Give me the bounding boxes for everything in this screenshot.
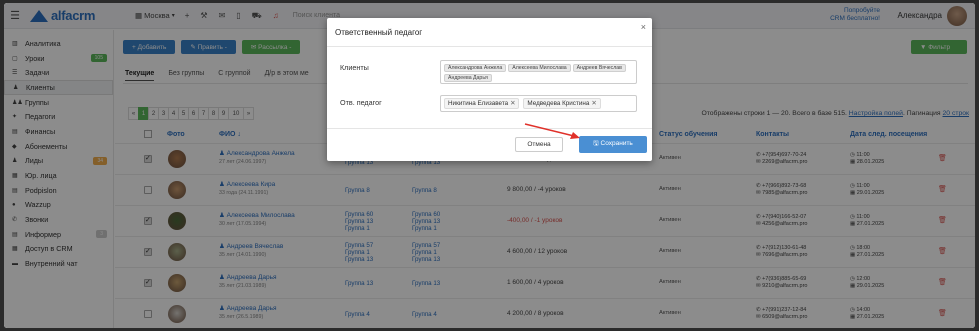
clients-label: Клиенты [340, 63, 369, 72]
save-button[interactable]: 🖫 Сохранить [579, 136, 647, 153]
teacher-chip-label: Никитина Елизавета [448, 100, 509, 107]
app-window: ☰ alfacrm ▦ Москва ▾ + ⚒ ✉ ▯ ⛟ ♫ Поиск к… [4, 3, 975, 328]
teacher-field[interactable]: Никитина Елизавета ✕ Медведева Кристина ✕ [440, 95, 637, 112]
client-chip: Андреев Вячеслав [572, 64, 626, 72]
client-chip: Александрова Анжела [444, 64, 507, 72]
responsible-teacher-dialog: Ответственный педагог × Клиенты Александ… [327, 18, 652, 161]
dialog-divider-bottom [327, 128, 652, 129]
client-chip: Алексеева Милослава [508, 64, 571, 72]
teacher-chip: Медведева Кристина ✕ [523, 98, 601, 109]
teacher-chip: Никитина Елизавета ✕ [444, 98, 520, 109]
clients-field[interactable]: Александрова Анжела Алексеева Милослава Ан… [440, 60, 637, 84]
dialog-title: Ответственный педагог [335, 28, 423, 37]
dialog-divider-top [327, 46, 652, 47]
teacher-label: Отв. педагог [340, 98, 382, 107]
teacher-chip-label: Медведева Кристина [527, 100, 590, 107]
client-chip: Андреева Дарья [444, 74, 492, 82]
close-icon[interactable]: × [641, 22, 646, 32]
pointer-arrow-icon [524, 123, 580, 139]
remove-chip-icon[interactable]: ✕ [510, 100, 515, 107]
remove-chip-icon[interactable]: ✕ [591, 100, 596, 107]
